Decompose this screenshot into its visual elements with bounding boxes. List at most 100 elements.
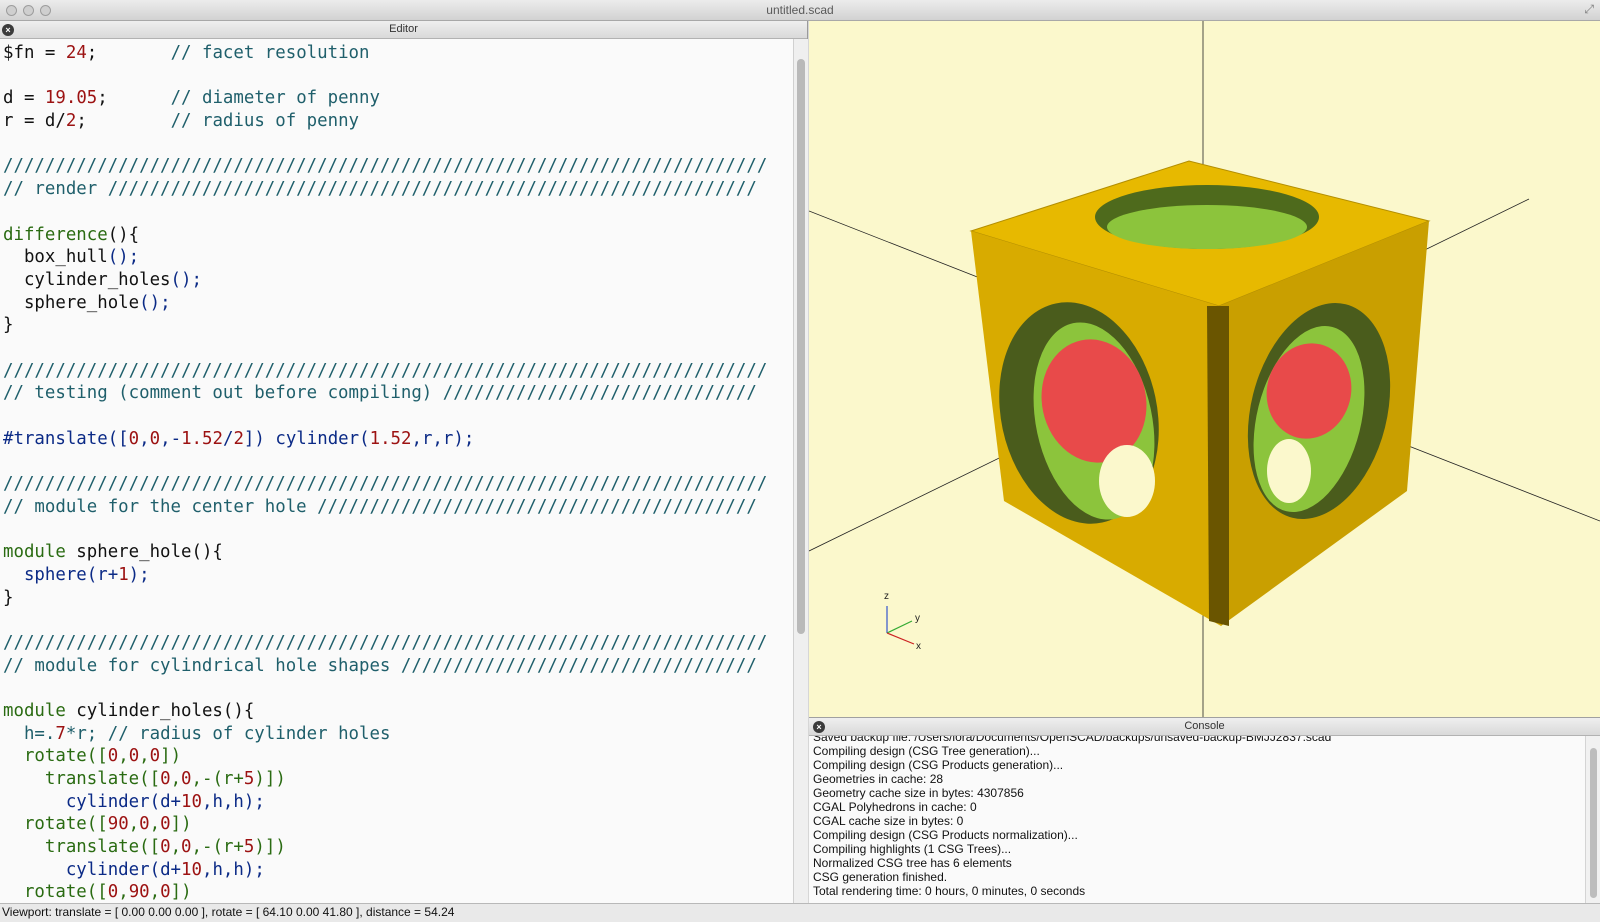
code-line[interactable]: module cylinder_holes(){	[3, 700, 793, 723]
code-token: 0	[107, 882, 119, 903]
code-line[interactable]	[3, 518, 793, 541]
code-token: = d/	[13, 111, 66, 132]
code-token: ,	[118, 746, 129, 767]
code-line[interactable]: }	[3, 314, 793, 337]
code-line[interactable]: cylinder(d+10,h,h);	[3, 791, 793, 814]
code-token: r	[3, 111, 14, 132]
code-token: ,	[149, 814, 161, 835]
status-bar: Viewport: translate = [ 0.00 0.00 0.00 ]…	[0, 903, 1600, 922]
code-token: (){	[107, 224, 140, 245]
code-line[interactable]: d = 19.05; // diameter of penny	[3, 87, 793, 110]
console-line: CSG generation finished.	[813, 870, 948, 884]
code-token: ([	[139, 769, 161, 789]
code-token: 2	[233, 428, 244, 449]
code-token: // diameter of penny	[170, 88, 380, 109]
code-token: ();	[139, 292, 171, 313]
code-token: ();	[170, 269, 202, 290]
console-scrollbar[interactable]	[1585, 736, 1600, 904]
code-token: #translate	[3, 428, 108, 449]
code-line[interactable]: cylinder_holes();	[3, 269, 793, 292]
code-token: ,h,h);	[201, 859, 265, 880]
code-token: ])	[170, 814, 192, 835]
code-token: 0	[149, 746, 161, 767]
code-line[interactable]: ////////////////////////////////////////…	[3, 155, 793, 178]
code-editor[interactable]: $fn = 24; // facet resolution d = 19.05; …	[0, 39, 793, 903]
code-line[interactable]: rotate([0,0,0])	[3, 745, 793, 768]
code-token: (r+	[86, 564, 119, 585]
code-token: 10	[181, 791, 202, 812]
code-line[interactable]: }	[3, 587, 793, 610]
cube-model	[969, 160, 1431, 626]
code-token: ;	[97, 88, 171, 109]
code-token: // module for cylindrical hole shapes //…	[3, 655, 757, 676]
code-line[interactable]: module sphere_hole(){	[3, 541, 793, 564]
code-token: $fn	[3, 43, 35, 63]
code-token: ////////////////////////////////////////…	[3, 632, 768, 653]
console-scrollbar-thumb[interactable]	[1590, 748, 1597, 898]
code-token: module	[3, 542, 66, 563]
code-token: 7	[55, 723, 66, 744]
code-line[interactable]	[3, 405, 793, 428]
code-token: module	[3, 700, 66, 721]
code-token: h=.	[3, 723, 56, 744]
code-token: }	[3, 315, 14, 336]
code-line[interactable]	[3, 133, 793, 156]
code-token: 10	[181, 859, 202, 880]
console-line: Saved backup file: /Users/lora/Documents…	[813, 736, 1332, 744]
code-line[interactable]: ////////////////////////////////////////…	[3, 473, 793, 496]
code-token: 0	[160, 882, 171, 903]
code-line[interactable]: h=.7*r; // radius of cylinder holes	[3, 723, 793, 746]
console-line: Geometries in cache: 28	[813, 772, 944, 786]
code-token: sphere_hole(){	[65, 542, 223, 563]
code-token: difference	[3, 224, 108, 245]
code-token: 0	[149, 428, 161, 449]
console-line: Compiling design (CSG Products generatio…	[813, 758, 1064, 772]
code-token: ,-	[160, 428, 182, 449]
code-line[interactable]	[3, 609, 793, 632]
code-line[interactable]: cylinder(d+10,h,h);	[3, 859, 793, 882]
code-line[interactable]: rotate([90,0,0])	[3, 813, 793, 836]
code-token: =	[13, 88, 45, 109]
code-line[interactable]	[3, 677, 793, 700]
code-line[interactable]: // render //////////////////////////////…	[3, 178, 793, 201]
axis-label-x: x	[916, 641, 921, 652]
code-token: ,	[118, 882, 129, 903]
code-token: ])	[243, 428, 276, 449]
code-token: cylinder	[275, 428, 360, 449]
code-line[interactable]	[3, 450, 793, 473]
code-token: 0	[160, 814, 171, 835]
code-token: rotate	[3, 814, 87, 835]
code-token: 1	[118, 564, 129, 585]
code-line[interactable]: translate([0,0,-(r+5)])	[3, 768, 793, 791]
code-line[interactable]: // module for cylindrical hole shapes //…	[3, 655, 793, 678]
code-line[interactable]: // testing (comment out before compiling…	[3, 382, 793, 405]
code-line[interactable]: difference(){	[3, 224, 793, 247]
code-token: cylinder_holes(){	[65, 700, 255, 721]
code-line[interactable]: r = d/2; // radius of penny	[3, 110, 793, 133]
resize-icon[interactable]: ⤢	[1584, 2, 1594, 17]
code-token: (d+	[149, 859, 182, 880]
code-line[interactable]: sphere_hole();	[3, 292, 793, 315]
editor-header: × Editor	[0, 21, 807, 39]
code-token: =	[34, 43, 66, 63]
code-line[interactable]: #translate([0,0,-1.52/2]) cylinder(1.52,…	[3, 428, 793, 451]
code-line[interactable]: translate([0,0,-(r+5)])	[3, 836, 793, 859]
code-token: ////////////////////////////////////////…	[3, 360, 768, 381]
code-line[interactable]	[3, 65, 793, 88]
code-line[interactable]: rotate([0,90,0])	[3, 881, 793, 903]
editor-scrollbar-thumb[interactable]	[797, 59, 805, 634]
console-output: Saved backup file: /Users/lora/Documents…	[809, 736, 1585, 904]
code-line[interactable]: ////////////////////////////////////////…	[3, 360, 793, 383]
code-token: 5	[243, 837, 255, 858]
code-line[interactable]: box_hull();	[3, 246, 793, 269]
code-line[interactable]	[3, 201, 793, 224]
code-line[interactable]: $fn = 24; // facet resolution	[3, 42, 793, 65]
code-token: ,	[139, 746, 150, 767]
code-line[interactable]: ////////////////////////////////////////…	[3, 632, 793, 655]
code-line[interactable]	[3, 337, 793, 360]
code-line[interactable]: // module for the center hole //////////…	[3, 496, 793, 519]
editor-scrollbar[interactable]	[793, 39, 808, 903]
window-title: untitled.scad	[766, 3, 834, 17]
3d-viewport[interactable]: z y x	[809, 21, 1600, 717]
code-line[interactable]: sphere(r+1);	[3, 564, 793, 587]
